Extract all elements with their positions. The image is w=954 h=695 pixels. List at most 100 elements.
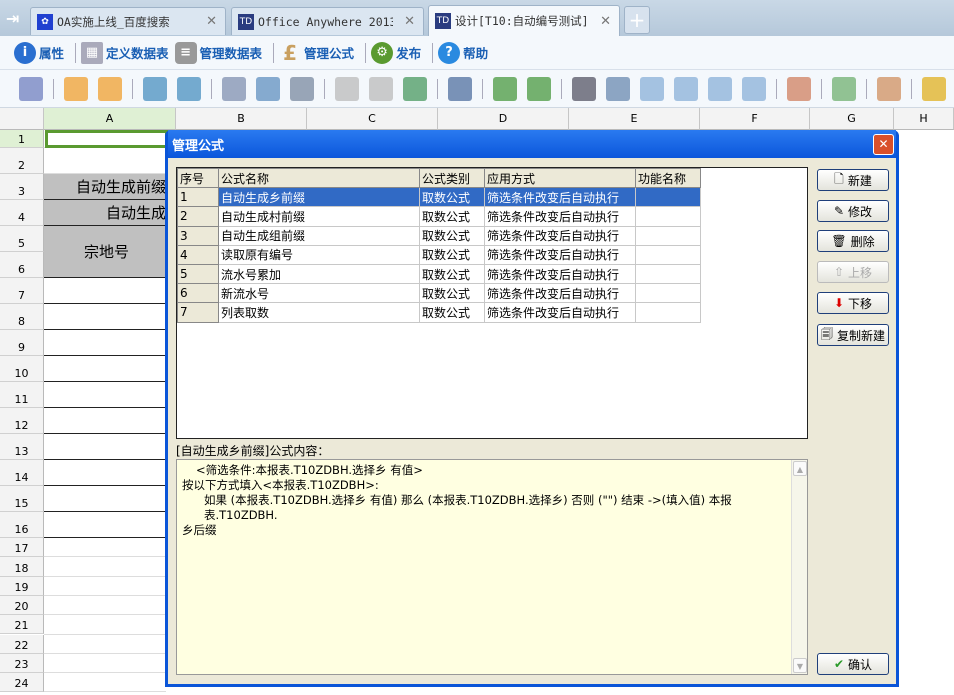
cell-type[interactable]: 取数公式	[419, 225, 485, 246]
insert-right-icon[interactable]	[708, 76, 732, 101]
cell-name[interactable]: 自动生成组前缀	[218, 225, 420, 246]
import-icon[interactable]	[143, 76, 167, 101]
cell-name[interactable]: 列表取数	[218, 302, 420, 323]
close-icon[interactable]: ✕	[404, 14, 415, 29]
formula-content[interactable]: <筛选条件:本报表.T10ZDBH.选择乡 有值> 按以下方式填入<本报表.T1…	[176, 459, 808, 675]
row-header-1[interactable]: 1	[0, 130, 44, 148]
row-header-15[interactable]: 15	[0, 486, 44, 512]
col-header-type[interactable]: 公式类别	[419, 167, 485, 189]
row-header-19[interactable]: 19	[0, 576, 44, 596]
cell-mode[interactable]: 筛选条件改变后自动执行	[484, 263, 636, 285]
undo-icon[interactable]	[493, 76, 517, 101]
unlock-icon[interactable]	[877, 76, 901, 101]
user-icon[interactable]	[922, 76, 946, 101]
field-icon[interactable]	[572, 76, 596, 101]
cell-mode[interactable]: 筛选条件改变后自动执行	[484, 244, 636, 265]
cell-mode[interactable]: 筛选条件改变后自动执行	[484, 206, 636, 227]
export-icon[interactable]	[177, 76, 201, 101]
column-header-a[interactable]: A	[44, 108, 176, 130]
cell-name[interactable]: 自动生成乡前缀	[218, 187, 420, 208]
row-header-9[interactable]: 9	[0, 330, 44, 356]
table-row[interactable]: 6 新流水号 取数公式 筛选条件改变后自动执行	[177, 283, 701, 304]
new-tab-button[interactable]: +	[624, 6, 650, 34]
scroll-down-icon[interactable]: ▼	[793, 658, 807, 673]
scroll-up-icon[interactable]: ▲	[793, 461, 807, 476]
search-icon[interactable]	[256, 76, 280, 101]
row-header-20[interactable]: 20	[0, 595, 44, 616]
table-row[interactable]: 1 自动生成乡前缀 取数公式 筛选条件改变后自动执行	[177, 187, 701, 208]
column-header-d[interactable]: D	[438, 108, 569, 130]
close-button[interactable]: ✕	[873, 134, 894, 155]
upload-icon[interactable]	[64, 76, 88, 101]
cut-icon[interactable]	[335, 76, 359, 101]
cell-no[interactable]: 7	[177, 302, 219, 323]
cell-a4[interactable]: 自动生成	[44, 200, 166, 226]
tab-design[interactable]: TD 设计[T10:自动编号测试] ✕	[428, 5, 620, 36]
column-header-h[interactable]: H	[894, 108, 954, 130]
cell-type[interactable]: 取数公式	[419, 302, 485, 323]
cell-name[interactable]: 读取原有编号	[218, 244, 420, 265]
cell-no[interactable]: 5	[177, 263, 219, 285]
col-header-func[interactable]: 功能名称	[635, 167, 701, 189]
row-header-3[interactable]: 3	[0, 174, 44, 200]
corner-select-all[interactable]	[0, 108, 44, 130]
cell-type[interactable]: 取数公式	[419, 283, 485, 304]
cell-no[interactable]: 1	[177, 187, 219, 208]
cell-func[interactable]	[635, 187, 701, 208]
preview-icon[interactable]	[222, 76, 246, 101]
close-icon[interactable]: ✕	[600, 14, 611, 29]
cell-no[interactable]: 6	[177, 283, 219, 304]
cell-func[interactable]	[635, 302, 701, 323]
merge-icon[interactable]	[448, 76, 472, 101]
table-row[interactable]: 5 流水号累加 取数公式 筛选条件改变后自动执行	[177, 263, 701, 285]
row-header-6[interactable]: 6	[0, 252, 44, 278]
redo-icon[interactable]	[527, 76, 551, 101]
menu-manage-formula[interactable]: £ 管理公式	[279, 41, 354, 65]
cell-a3[interactable]: 自动生成前缀	[44, 174, 166, 200]
edit-button[interactable]: ✎ 修改	[817, 200, 889, 222]
cell-name[interactable]: 流水号累加	[218, 263, 420, 285]
row-header-13[interactable]: 13	[0, 434, 44, 460]
row-header-7[interactable]: 7	[0, 278, 44, 304]
cell-no[interactable]: 2	[177, 206, 219, 227]
copy-icon[interactable]	[369, 76, 393, 101]
cell-no[interactable]: 4	[177, 244, 219, 265]
download-icon[interactable]	[98, 76, 122, 101]
cell-name[interactable]: 新流水号	[218, 283, 420, 304]
menu-define-table[interactable]: ▦ 定义数据表	[81, 41, 169, 64]
row-header-11[interactable]: 11	[0, 382, 44, 408]
tab-office-anywhere[interactable]: TD Office Anywhere 2013 网络 ✕	[231, 7, 424, 35]
row-header-14[interactable]: 14	[0, 460, 44, 486]
save-icon[interactable]	[19, 76, 43, 101]
cell-mode[interactable]: 筛选条件改变后自动执行	[484, 187, 636, 208]
cell-type[interactable]: 取数公式	[419, 187, 485, 208]
row-header-24[interactable]: 24	[0, 673, 44, 693]
cell-a5[interactable]: 宗地号	[44, 226, 166, 278]
cell-mode[interactable]: 筛选条件改变后自动执行	[484, 225, 636, 246]
close-icon[interactable]: ✕	[206, 14, 217, 29]
row-header-17[interactable]: 17	[0, 538, 44, 558]
cell-func[interactable]	[635, 263, 701, 285]
column-header-e[interactable]: E	[569, 108, 700, 130]
menu-manage-table[interactable]: ≡ 管理数据表	[174, 41, 262, 64]
cell-name[interactable]: 自动生成村前缀	[218, 206, 420, 227]
split-icon[interactable]	[606, 76, 630, 101]
move-up-button[interactable]: ⇧ 上移	[817, 261, 889, 283]
row-header-2[interactable]: 2	[0, 148, 44, 174]
cell-type[interactable]: 取数公式	[419, 263, 485, 285]
print-icon[interactable]	[290, 76, 314, 101]
col-header-no[interactable]: 序号	[177, 167, 219, 189]
row-header-23[interactable]: 23	[0, 653, 44, 674]
column-header-g[interactable]: G	[810, 108, 894, 130]
cell-type[interactable]: 取数公式	[419, 206, 485, 227]
cell-func[interactable]	[635, 225, 701, 246]
cell-mode[interactable]: 筛选条件改变后自动执行	[484, 302, 636, 323]
chart-icon[interactable]	[832, 76, 856, 101]
cell-no[interactable]: 3	[177, 225, 219, 246]
insert-up-icon[interactable]	[674, 76, 698, 101]
cell-func[interactable]	[635, 244, 701, 265]
row-header-10[interactable]: 10	[0, 356, 44, 382]
column-header-f[interactable]: F	[700, 108, 810, 130]
tab-baidu[interactable]: ✿ OA实施上线_百度搜索 ✕	[30, 7, 226, 35]
column-header-b[interactable]: B	[176, 108, 307, 130]
